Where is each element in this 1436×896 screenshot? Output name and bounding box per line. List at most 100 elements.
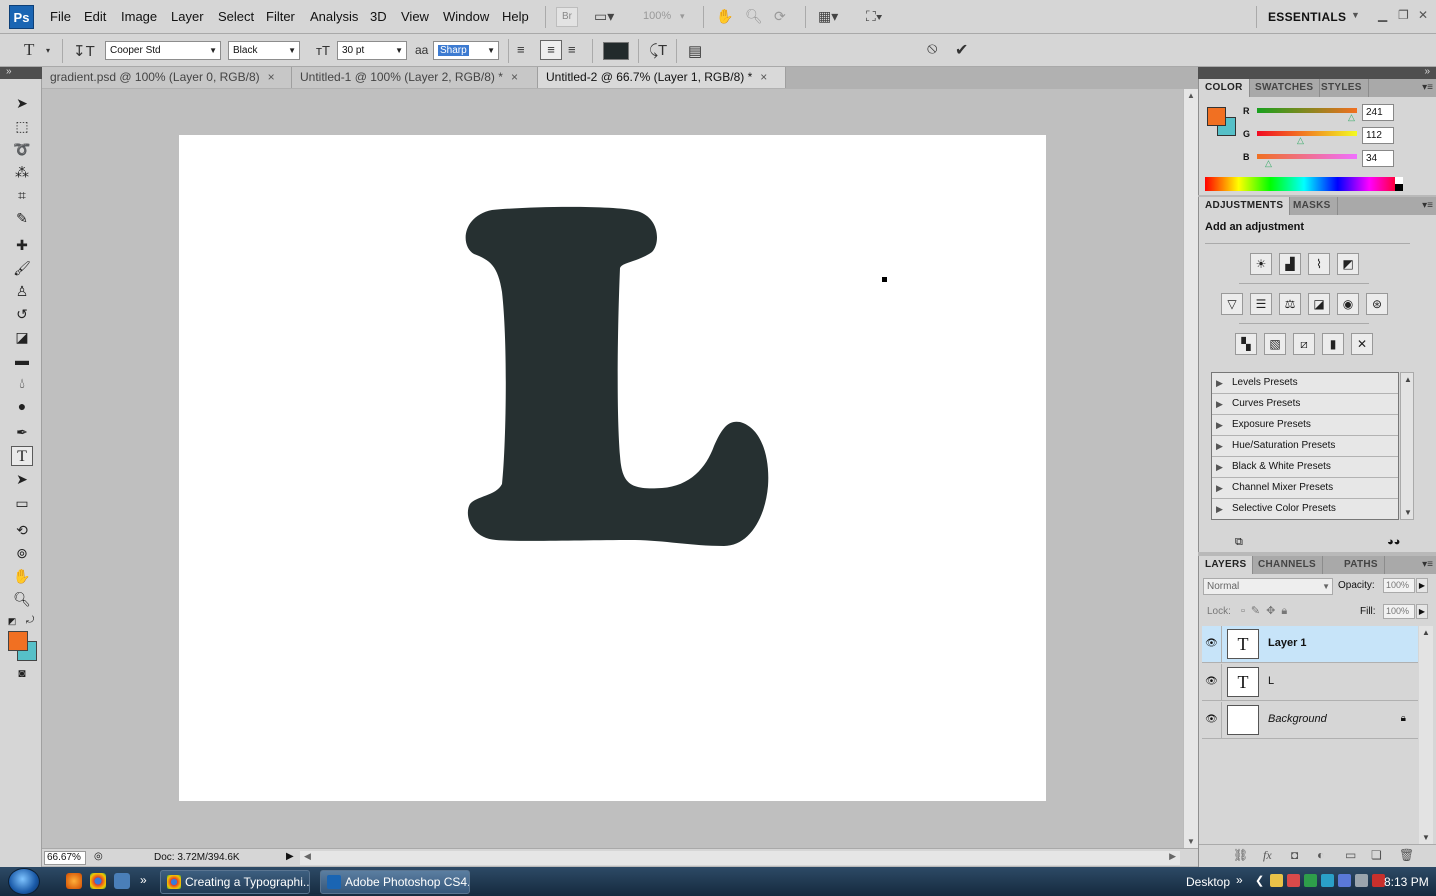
cancel-edits-icon[interactable]: ⦸ (927, 40, 937, 58)
presets-scrollbar[interactable]: ▲ ▼ (1400, 372, 1414, 520)
invert-icon[interactable]: ▚ (1235, 333, 1257, 355)
status-info-icon[interactable]: ◎ (94, 851, 103, 862)
3d-orbit-tool-icon[interactable]: ⊚ (11, 543, 33, 563)
scroll-down-icon[interactable]: ▼ (1187, 837, 1195, 846)
tab-paths[interactable]: PATHS (1338, 556, 1385, 574)
posterize-icon[interactable]: ▧ (1264, 333, 1286, 355)
align-center-icon[interactable]: ≡ (540, 40, 562, 60)
hand-icon[interactable]: ✋ (716, 8, 733, 25)
clone-stamp-tool-icon[interactable]: ♙ (11, 281, 33, 301)
shape-tool-icon[interactable]: ▭ (11, 493, 33, 513)
minimize-icon[interactable]: ▁ (1378, 8, 1387, 22)
preset-exposure[interactable]: ▶ Exposure Presets (1212, 415, 1398, 436)
red-value-field[interactable]: 241 (1362, 104, 1394, 121)
menu-view[interactable]: View (401, 9, 429, 24)
trash-icon[interactable]: 🗑︎ (1399, 848, 1414, 862)
new-group-icon[interactable]: ▭ (1345, 848, 1356, 862)
warp-text-icon[interactable]: ⤹T (649, 42, 667, 59)
character-panel-icon[interactable]: ▤ (688, 42, 702, 60)
visibility-eye-icon[interactable]: 👁︎ (1202, 702, 1222, 739)
preset-hue-saturation[interactable]: ▶ Hue/Saturation Presets (1212, 436, 1398, 457)
tray-app-icon[interactable] (1321, 874, 1334, 887)
preset-levels[interactable]: ▶ Levels Presets (1212, 373, 1398, 394)
menu-layer[interactable]: Layer (171, 9, 204, 24)
lock-options-icons[interactable]: ▫✎✥🔒︎ (1241, 604, 1293, 618)
scroll-down-icon[interactable]: ▼ (1422, 833, 1430, 842)
close-icon[interactable]: × (511, 70, 518, 84)
scroll-right-icon[interactable]: ▶ (1169, 851, 1176, 862)
preset-black-white[interactable]: ▶ Black & White Presets (1212, 457, 1398, 478)
preset-curves[interactable]: ▶ Curves Presets (1212, 394, 1398, 415)
taskbar-button-chrome[interactable]: Creating a Typographi... (160, 870, 310, 894)
preset-channel-mixer[interactable]: ▶ Channel Mixer Presets (1212, 478, 1398, 499)
hand-tool-icon[interactable]: ✋ (11, 566, 33, 586)
workspace-switcher[interactable]: ESSENTIALS (1268, 10, 1346, 24)
healing-brush-tool-icon[interactable]: ✚ (11, 235, 33, 255)
expand-triangle-icon[interactable]: ▶ (1216, 373, 1223, 393)
network-icon[interactable] (1338, 874, 1351, 887)
panel-menu-icon[interactable]: ▾≡ (1422, 559, 1433, 570)
channel-mixer-icon[interactable]: ⊛ (1366, 293, 1388, 315)
blue-value-field[interactable]: 34 (1362, 150, 1394, 167)
scroll-down-icon[interactable]: ▼ (1404, 508, 1412, 517)
dodge-tool-icon[interactable]: ● (11, 396, 33, 416)
hue-saturation-icon[interactable]: ☰ (1250, 293, 1272, 315)
zoom-level-select[interactable]: 100% (643, 10, 671, 22)
blue-slider[interactable] (1257, 154, 1357, 159)
menu-edit[interactable]: Edit (84, 9, 106, 24)
zoom-tool-icon[interactable]: 🔍︎ (11, 589, 33, 609)
screen-mode-icon[interactable]: ▭▾ (594, 8, 614, 25)
letter-l-artwork[interactable] (462, 206, 772, 548)
folder-icon[interactable] (1270, 874, 1283, 887)
menu-select[interactable]: Select (218, 9, 254, 24)
expand-triangle-icon[interactable]: ▶ (1216, 394, 1223, 414)
opacity-arrow-icon[interactable]: ▶ (1416, 578, 1428, 593)
quick-launch-overflow-icon[interactable]: » (140, 873, 147, 887)
tab-swatches[interactable]: SWATCHES (1249, 79, 1321, 97)
font-size-select[interactable]: 30 pt ▼ (337, 41, 407, 60)
new-layer-icon[interactable]: ❏ (1371, 848, 1382, 862)
font-family-select[interactable]: Cooper Std ▼ (105, 41, 221, 60)
type-tool-preset-icon[interactable]: T (24, 40, 34, 60)
levels-icon[interactable]: ▟ (1279, 253, 1301, 275)
return-to-list-icon[interactable]: ⧉ (1235, 536, 1243, 549)
red-slider-thumb[interactable]: △ (1348, 112, 1355, 123)
expand-tools-icon[interactable]: » (6, 66, 12, 77)
layer-name[interactable]: Background (1268, 713, 1327, 725)
close-icon[interactable]: × (760, 70, 767, 84)
default-colors-icon[interactable]: ◩ (6, 611, 18, 631)
firefox-icon[interactable] (66, 873, 82, 889)
scroll-up-icon[interactable]: ▲ (1187, 91, 1195, 100)
vertical-scrollbar[interactable]: ▲ ▼ (1183, 89, 1198, 848)
volume-icon[interactable] (1355, 874, 1368, 887)
swap-colors-icon[interactable]: ⤾ (24, 611, 36, 631)
rotate-view-icon[interactable]: ⟳ (774, 8, 786, 25)
layer-row-background[interactable]: 👁︎ Background 🔒︎ (1202, 702, 1418, 739)
menu-filter[interactable]: Filter (266, 9, 295, 24)
marquee-tool-icon[interactable]: ⬚ (11, 116, 33, 136)
panel-menu-icon[interactable]: ▾≡ (1422, 200, 1433, 211)
brightness-contrast-icon[interactable]: ☀ (1250, 253, 1272, 275)
tab-color[interactable]: COLOR (1199, 79, 1250, 97)
tab-layers[interactable]: LAYERS (1199, 556, 1254, 574)
foreground-color-swatch[interactable] (8, 631, 28, 651)
panel-menu-icon[interactable]: ▾≡ (1422, 82, 1433, 93)
tab-gradient[interactable]: gradient.psd @ 100% (Layer 0, RGB/8) × (42, 67, 292, 88)
menu-3d[interactable]: 3D (370, 9, 387, 24)
history-brush-tool-icon[interactable]: ↺ (11, 304, 33, 324)
layer-name[interactable]: Layer 1 (1268, 637, 1307, 649)
fill-arrow-icon[interactable]: ▶ (1416, 604, 1428, 619)
quick-mask-icon[interactable]: ◙ (11, 663, 33, 683)
expand-triangle-icon[interactable]: ▶ (1216, 415, 1223, 435)
font-style-select[interactable]: Black ▼ (228, 41, 300, 60)
layer-style-icon[interactable]: fx (1263, 848, 1272, 863)
color-spectrum-bar[interactable] (1205, 177, 1403, 191)
3d-rotate-tool-icon[interactable]: ⟲ (11, 520, 33, 540)
chrome-icon[interactable] (90, 873, 106, 889)
eraser-tool-icon[interactable]: ◪ (11, 327, 33, 347)
scroll-up-icon[interactable]: ▲ (1422, 628, 1430, 637)
path-selection-tool-icon[interactable]: ➤ (11, 469, 33, 489)
desktop-toolbar[interactable]: Desktop (1186, 875, 1230, 889)
move-tool-icon[interactable]: ➤ (11, 93, 33, 113)
screen-mode-menu-icon[interactable]: ⛶▾ (866, 8, 883, 25)
